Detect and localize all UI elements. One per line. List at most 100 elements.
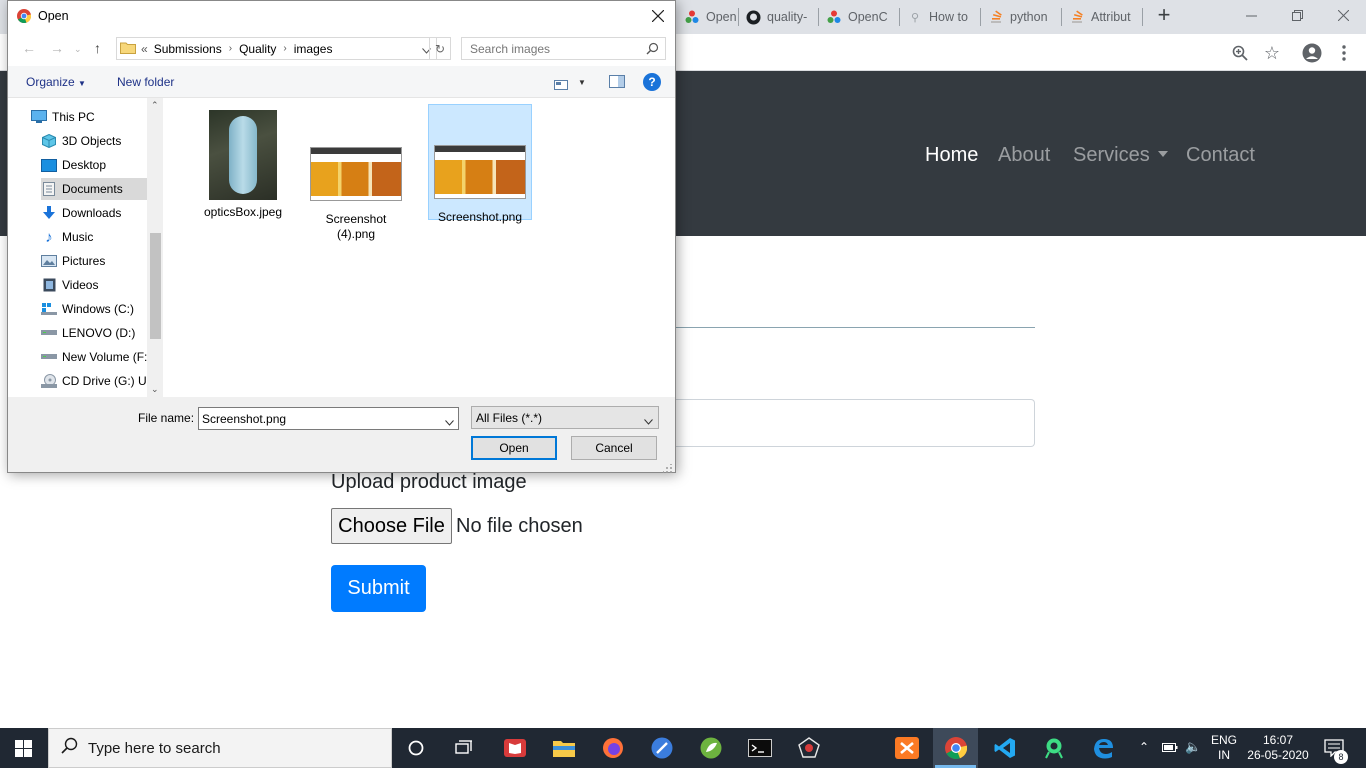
- cd-drive-icon: [41, 374, 57, 388]
- clock-date: 26-05-2020: [1247, 748, 1309, 762]
- nav-item-documents[interactable]: Documents: [41, 178, 157, 200]
- breadcrumb-item[interactable]: Submissions: [154, 42, 222, 56]
- cortana-icon[interactable]: [401, 733, 431, 763]
- file-type-select[interactable]: All Files (*.*): [471, 406, 659, 429]
- forward-arrow-icon[interactable]: →: [50, 40, 64, 56]
- blue-app-icon[interactable]: [647, 733, 677, 763]
- nav-item-new-volume-f[interactable]: New Volume (F:): [41, 346, 157, 368]
- nav-contact-link[interactable]: Contact: [1186, 143, 1255, 167]
- scrollbar-thumb[interactable]: [150, 233, 161, 339]
- restore-icon[interactable]: [1274, 0, 1320, 30]
- nav-item-cd-drive-g[interactable]: CD Drive (G:) Ub: [41, 370, 157, 392]
- breadcrumb-item[interactable]: images: [294, 42, 333, 56]
- help-icon[interactable]: ?: [643, 73, 661, 91]
- opencv-favicon-icon: [826, 9, 842, 25]
- file-name-field[interactable]: Screenshot.png: [198, 407, 459, 430]
- browser-tab[interactable]: ⚲ How to: [907, 6, 973, 28]
- android-studio-icon[interactable]: [1039, 733, 1069, 763]
- address-bar[interactable]: « Submissions › Quality › images: [116, 37, 437, 60]
- nav-item-3d-objects[interactable]: 3D Objects: [41, 130, 157, 152]
- star-icon[interactable]: ☆: [1261, 42, 1283, 64]
- breadcrumb-separator-icon: ›: [228, 43, 233, 54]
- task-view-icon[interactable]: [449, 733, 479, 763]
- nav-item-videos[interactable]: Videos: [41, 274, 157, 296]
- file-item[interactable]: opticsBox.jpeg: [191, 106, 295, 228]
- nav-services-dropdown[interactable]: Services: [1073, 143, 1168, 167]
- terminal-icon[interactable]: [745, 733, 775, 763]
- browser-tab[interactable]: quality-: [745, 6, 815, 28]
- product-text-input[interactable]: [660, 399, 1035, 447]
- refresh-icon[interactable]: ↻: [429, 37, 451, 60]
- open-button[interactable]: Open: [471, 436, 557, 460]
- nav-item-this-pc[interactable]: This PC: [31, 106, 147, 128]
- vscode-icon[interactable]: [990, 733, 1020, 763]
- nav-item-label: Windows (C:): [62, 302, 135, 316]
- minimize-icon[interactable]: [1228, 0, 1274, 30]
- menu-icon[interactable]: [1333, 42, 1355, 64]
- nav-about-link[interactable]: About: [998, 143, 1050, 167]
- choose-file-button[interactable]: Choose File: [331, 508, 452, 544]
- file-explorer-icon[interactable]: [549, 733, 579, 763]
- nav-item-label: Documents: [62, 182, 123, 196]
- reader-app-icon[interactable]: [500, 733, 530, 763]
- nav-item-desktop[interactable]: Desktop: [41, 154, 157, 176]
- scroll-up-icon[interactable]: ⌃: [151, 100, 159, 111]
- file-item[interactable]: Screenshot (4).png: [304, 106, 408, 241]
- region-code: IN: [1218, 748, 1230, 762]
- language-indicator[interactable]: ENG IN: [1205, 733, 1243, 763]
- nav-item-label: Videos: [62, 278, 99, 292]
- file-item-selected[interactable]: Screenshot.png: [428, 104, 532, 224]
- browser-tab[interactable]: OpenC: [684, 6, 736, 28]
- file-type-value: All Files (*.*): [476, 410, 543, 425]
- view-dropdown-arrow-icon[interactable]: ▼: [578, 78, 586, 87]
- show-hidden-icons-icon[interactable]: ⌃: [1139, 740, 1149, 754]
- nav-item-pictures[interactable]: Pictures: [41, 250, 157, 272]
- battery-icon[interactable]: [1162, 740, 1178, 759]
- volume-icon[interactable]: 🔈: [1185, 739, 1201, 755]
- taskbar-search-box[interactable]: Type here to search: [48, 728, 392, 768]
- nav-item-label: Desktop: [62, 158, 107, 172]
- nav-item-downloads[interactable]: Downloads: [41, 202, 157, 224]
- browser-tab[interactable]: python: [988, 6, 1052, 28]
- breadcrumb-item[interactable]: Quality: [239, 42, 276, 56]
- nav-item-windows-c[interactable]: Windows (C:): [41, 298, 157, 320]
- dropdown-arrow-icon: ▼: [78, 79, 86, 88]
- nav-item-lenovo-d[interactable]: LENOVO (D:): [41, 322, 157, 344]
- file-list-pane: opticsBox.jpeg Screenshot (4).png Screen…: [163, 98, 675, 397]
- new-folder-button[interactable]: New folder: [117, 75, 174, 89]
- up-arrow-icon[interactable]: ↑: [94, 40, 101, 56]
- firefox-icon[interactable]: [598, 733, 628, 763]
- close-window-icon[interactable]: [1320, 0, 1366, 30]
- browser-tab[interactable]: OpenC: [826, 6, 892, 28]
- submit-button[interactable]: Submit: [331, 565, 426, 612]
- search-input[interactable]: Search images: [461, 37, 666, 60]
- tab-separator: [899, 8, 900, 26]
- recent-locations-icon[interactable]: ⌄: [74, 44, 82, 55]
- browser-tab[interactable]: Attribut: [1069, 6, 1135, 28]
- cube-icon: [41, 134, 57, 148]
- close-icon[interactable]: [647, 5, 669, 27]
- clock[interactable]: 16:07 26-05-2020: [1244, 733, 1312, 763]
- cancel-button[interactable]: Cancel: [571, 436, 657, 460]
- spring-tool-icon[interactable]: [696, 733, 726, 763]
- network-app-icon[interactable]: [794, 733, 824, 763]
- resize-grip-icon[interactable]: [662, 461, 673, 479]
- search-icon: [646, 42, 659, 58]
- xampp-icon[interactable]: [892, 733, 922, 763]
- edge-icon[interactable]: [1088, 733, 1118, 763]
- nav-home-link[interactable]: Home: [925, 143, 978, 167]
- scroll-down-icon[interactable]: ⌄: [151, 384, 159, 395]
- chrome-icon[interactable]: [941, 733, 971, 763]
- organize-menu[interactable]: Organize ▼: [26, 75, 86, 89]
- view-options-icon[interactable]: [554, 77, 568, 95]
- breadcrumb-overflow[interactable]: «: [141, 42, 148, 56]
- new-tab-button[interactable]: +: [1144, 0, 1184, 30]
- chevron-down-icon[interactable]: [445, 415, 454, 429]
- start-windows-icon[interactable]: [15, 740, 32, 762]
- tab-title: OpenC: [706, 10, 736, 24]
- nav-item-music[interactable]: ♪ Music: [41, 226, 157, 248]
- account-icon[interactable]: [1301, 42, 1323, 64]
- back-arrow-icon[interactable]: ←: [22, 40, 36, 56]
- preview-pane-icon[interactable]: [609, 75, 625, 93]
- zoom-icon[interactable]: [1229, 42, 1251, 64]
